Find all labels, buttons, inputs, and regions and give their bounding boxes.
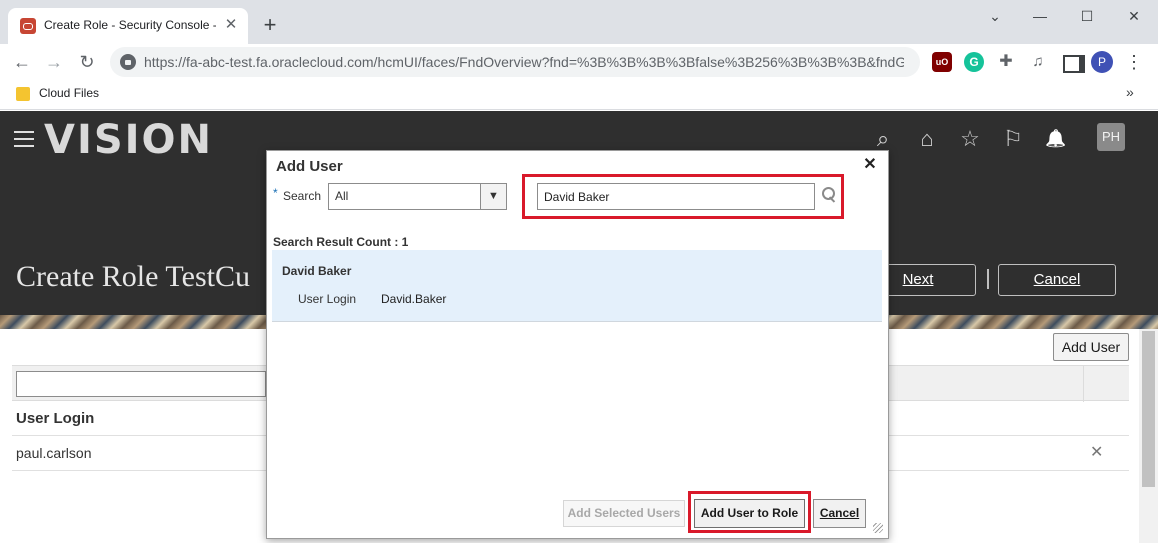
favorites-star-icon[interactable]: ☆ <box>956 125 984 153</box>
cancel-button[interactable]: Cancel <box>813 499 866 528</box>
user-login-filter-input[interactable] <box>16 371 266 397</box>
url-text[interactable]: https://fa-abc-test.fa.oraclecloud.com/h… <box>144 54 904 70</box>
profile-avatar[interactable]: P <box>1091 51 1113 73</box>
user-login-column-header[interactable]: User Login <box>16 410 94 427</box>
tab-title: Create Role - Security Console - Oracle <box>44 18 216 32</box>
bookmarks-overflow-icon[interactable]: » <box>1126 84 1134 100</box>
site-info-icon[interactable] <box>120 54 136 70</box>
browser-toolbar: ← → ↻ https://fa-abc-test.fa.oraclecloud… <box>0 44 1158 80</box>
browser-tab-bar: Create Role - Security Console - Oracle … <box>0 0 1158 44</box>
add-user-dialog: Add User ✕ * Search All ▼ Search Result … <box>266 150 889 539</box>
search-result-count: Search Result Count : 1 <box>273 235 409 249</box>
required-marker: * <box>273 186 278 200</box>
tab-close-icon[interactable]: ✕ <box>222 16 240 34</box>
forward-button[interactable]: → <box>42 50 66 74</box>
close-icon[interactable]: ✕ <box>862 157 878 173</box>
column-divider <box>1083 366 1084 402</box>
folder-icon <box>16 87 30 101</box>
page-scrollbar[interactable] <box>1139 329 1158 543</box>
bookmarks-bar: Cloud Files » <box>0 80 1158 110</box>
ublock-extension-icon[interactable]: uO <box>932 52 952 72</box>
media-control-icon[interactable]: ♫ <box>1028 52 1048 72</box>
browser-tab[interactable]: Create Role - Security Console - Oracle … <box>8 8 248 44</box>
result-login-label: User Login <box>298 292 357 306</box>
home-icon[interactable]: ⌂ <box>913 125 941 153</box>
cancel-role-button[interactable]: Cancel <box>998 264 1116 296</box>
reload-button[interactable]: ↻ <box>75 50 99 74</box>
search-scope-select[interactable]: All ▼ <box>328 183 507 210</box>
address-bar[interactable]: https://fa-abc-test.fa.oraclecloud.com/h… <box>110 47 920 77</box>
extensions-puzzle-icon[interactable]: ✚ <box>996 52 1016 72</box>
add-user-to-role-button[interactable]: Add User to Role <box>694 499 805 528</box>
hamburger-menu-icon[interactable] <box>14 131 36 149</box>
scrollbar-thumb[interactable] <box>1142 331 1155 487</box>
search-result-item[interactable]: David Baker User Login David.Baker <box>272 250 882 322</box>
result-login-value: David.Baker <box>381 292 447 306</box>
add-user-button[interactable]: Add User <box>1053 333 1129 361</box>
notifications-bell-icon[interactable]: 🔔 <box>1042 125 1070 153</box>
header-divider <box>987 269 989 289</box>
watchlist-flag-icon[interactable]: ⚐ <box>999 125 1027 153</box>
search-label: Search <box>283 189 322 203</box>
search-scope-value: All <box>335 189 349 203</box>
window-minimize-button[interactable]: — <box>1020 6 1060 26</box>
page-title: Create Role TestCu <box>16 260 250 293</box>
chevron-down-icon[interactable]: ▼ <box>480 184 506 209</box>
vision-logo[interactable]: VISION <box>44 117 213 163</box>
remove-user-icon[interactable]: ✕ <box>1090 442 1103 462</box>
search-input[interactable] <box>537 183 815 210</box>
add-selected-users-button[interactable]: Add Selected Users <box>563 500 685 527</box>
back-button[interactable]: ← <box>10 50 34 74</box>
oracle-favicon-icon <box>20 18 36 34</box>
bookmark-cloud-files[interactable]: Cloud Files <box>39 86 99 100</box>
dialog-title: Add User <box>276 158 343 175</box>
tab-search-icon[interactable]: ⌄ <box>975 6 1015 26</box>
user-avatar[interactable]: PH <box>1097 123 1125 151</box>
result-user-name: David Baker <box>282 264 352 278</box>
row-user-login: paul.carlson <box>16 445 92 461</box>
window-close-button[interactable]: ✕ <box>1114 6 1154 26</box>
search-icon[interactable]: ⌕ <box>869 125 897 153</box>
browser-menu-icon[interactable]: ⋮ <box>1124 52 1144 72</box>
grammarly-extension-icon[interactable]: G <box>964 52 984 72</box>
window-maximize-button[interactable]: ☐ <box>1067 6 1107 26</box>
new-tab-button[interactable]: + <box>258 13 282 37</box>
search-icon[interactable] <box>821 186 837 204</box>
resize-grip-icon[interactable] <box>873 523 883 533</box>
side-panel-icon[interactable] <box>1060 52 1085 73</box>
